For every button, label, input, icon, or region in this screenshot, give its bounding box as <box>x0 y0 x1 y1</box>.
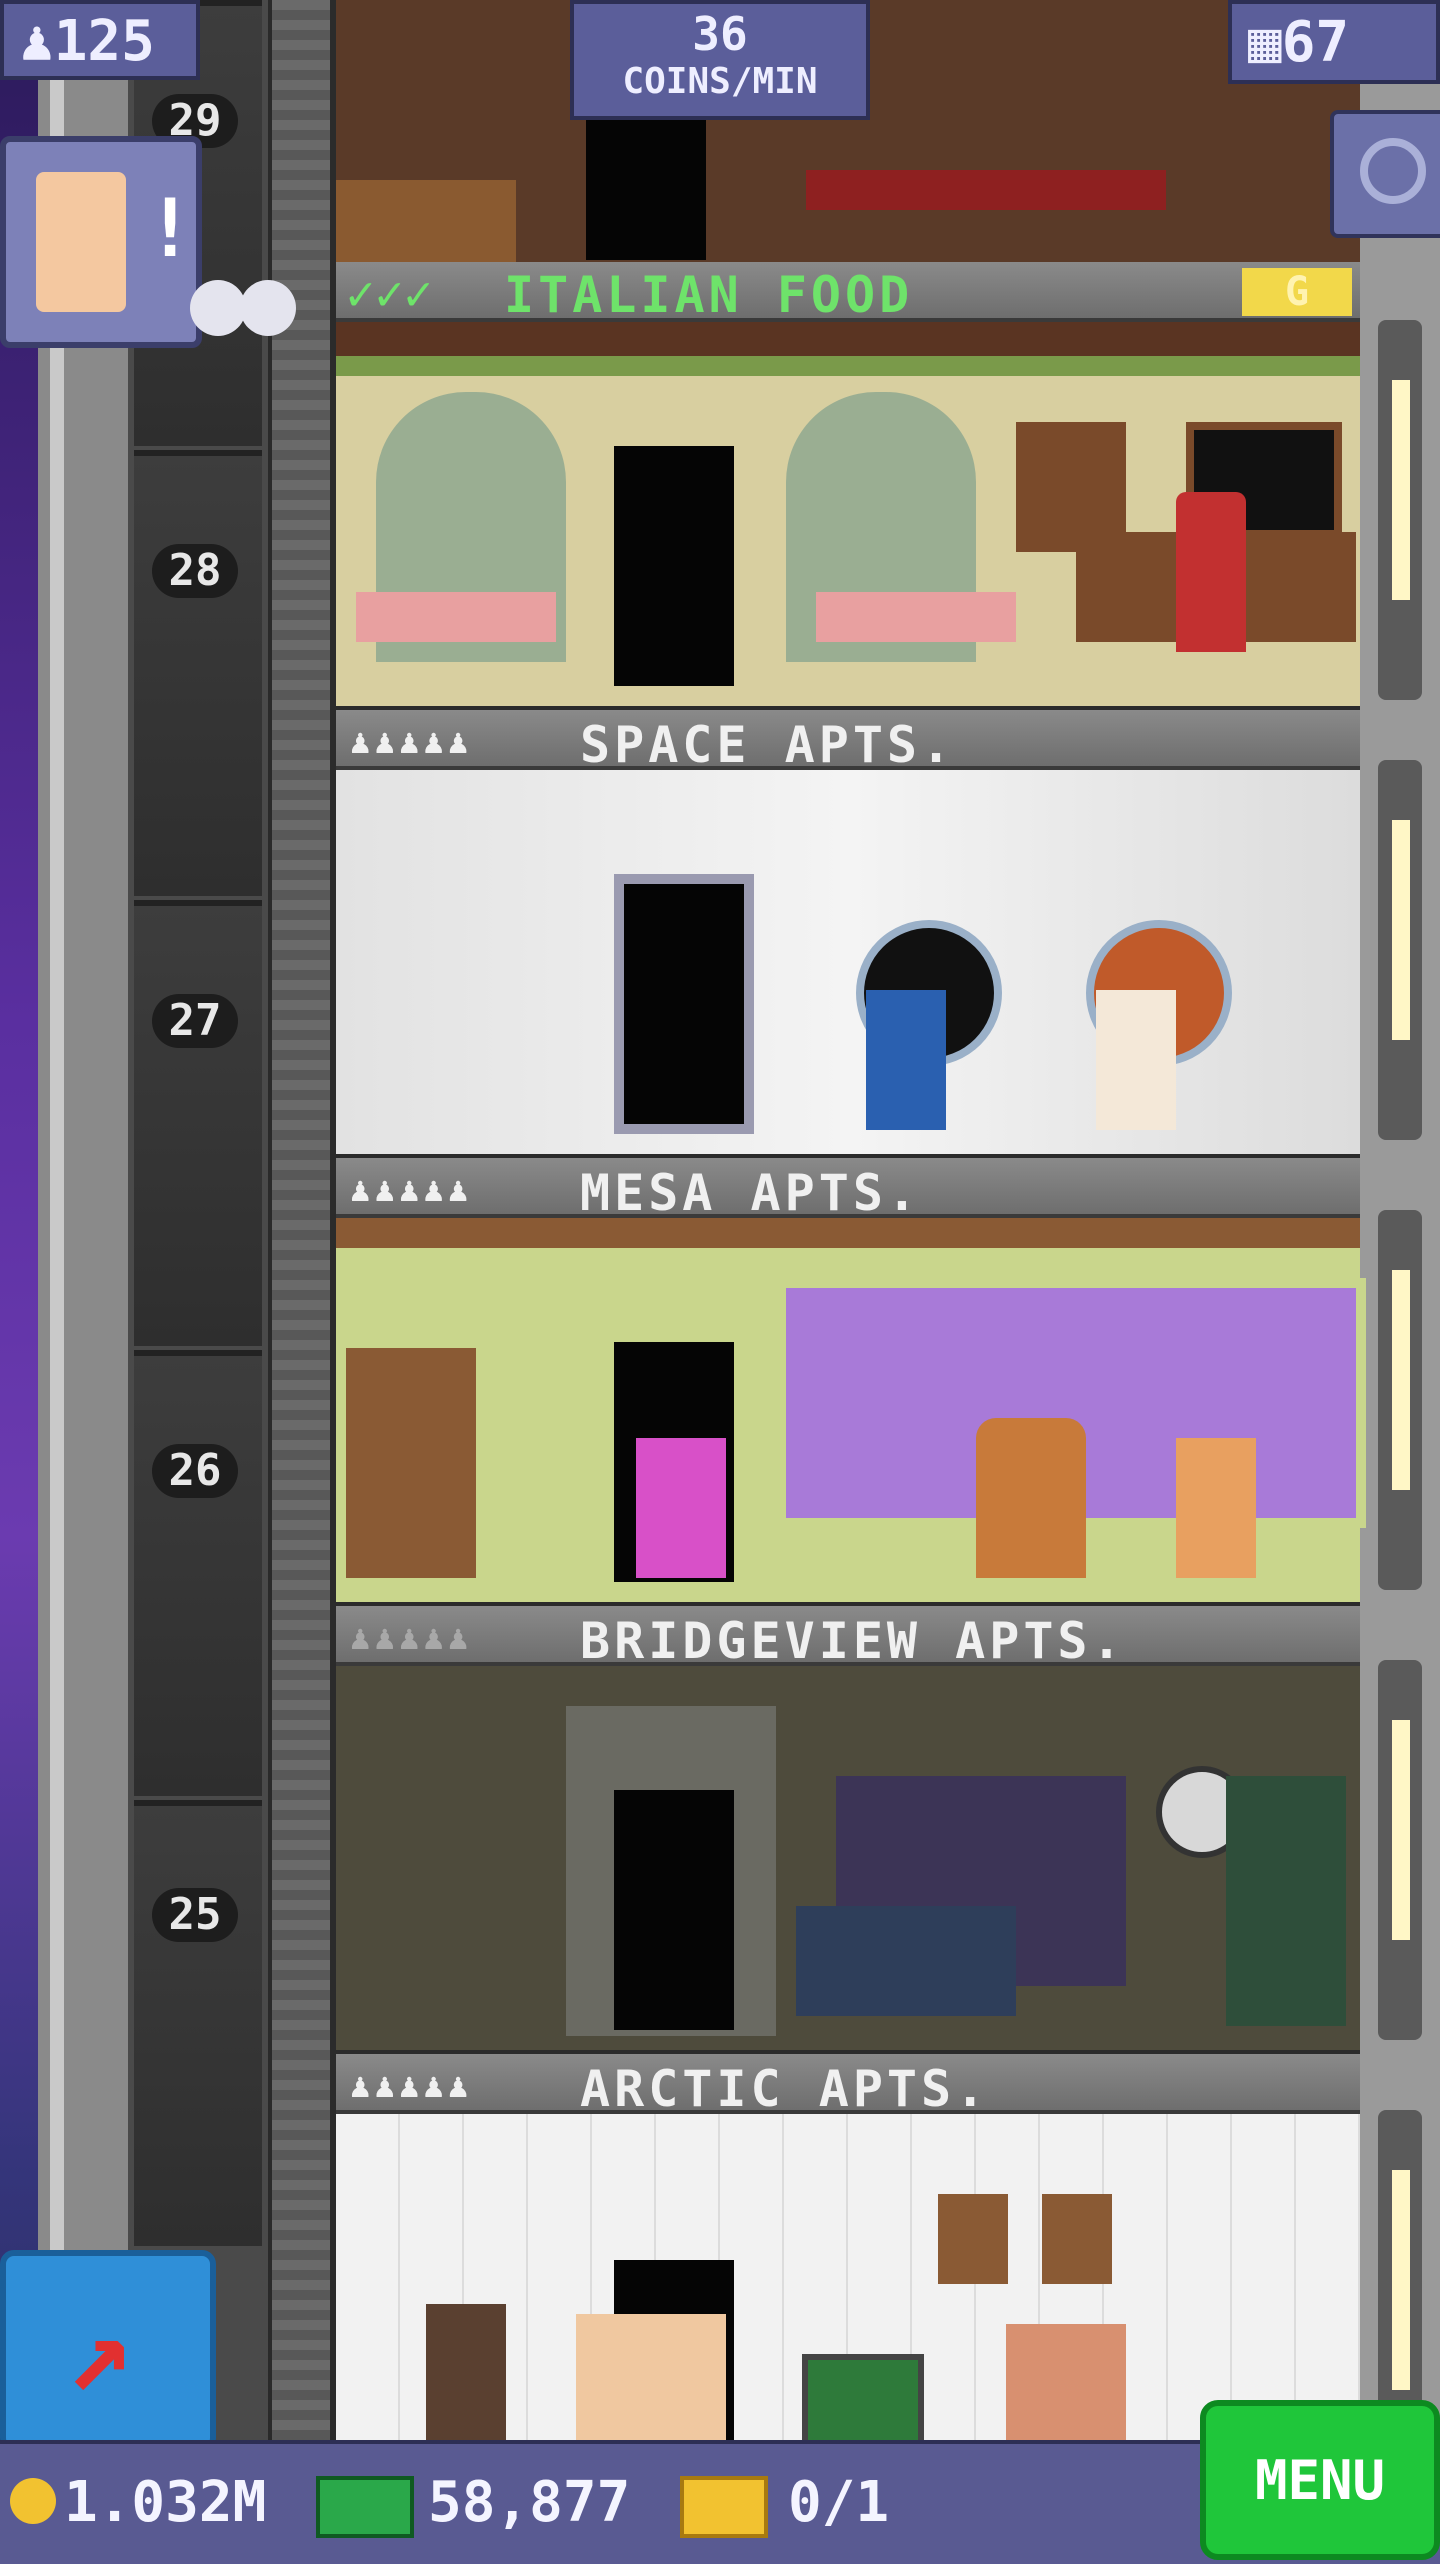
elevator-rail <box>268 0 334 2440</box>
resident-pips-icon: ♟♟♟♟♟ <box>350 722 473 762</box>
ticket-icon <box>680 2476 768 2538</box>
building-icon: ▦ <box>1248 10 1282 75</box>
visitor-bitizen[interactable] <box>1006 2324 1126 2440</box>
menu-button[interactable]: MENU <box>1200 2400 1440 2560</box>
wall-picture <box>938 2194 1008 2284</box>
wall-picture <box>1042 2194 1112 2284</box>
visitor-alert-button[interactable]: ! <box>0 136 202 348</box>
floor-name: MESA APTS. <box>580 1164 922 1222</box>
bookshelf <box>346 1348 476 1578</box>
coins-per-min-panel: 36 COINS/MIN <box>570 0 870 120</box>
side-window <box>1378 1660 1422 2040</box>
sofa <box>796 1906 1016 2016</box>
floor-name: ITALIAN FOOD <box>504 266 914 324</box>
tower-left-rail <box>38 0 128 2440</box>
gold-badge[interactable]: G <box>1242 268 1352 316</box>
tv-screen <box>802 2354 924 2446</box>
space-room <box>336 770 1360 1154</box>
chef-bitizen[interactable] <box>1176 492 1246 652</box>
side-window <box>1378 320 1422 700</box>
counter <box>806 170 1166 210</box>
visitor-bitizen[interactable] <box>426 2304 506 2440</box>
population-icon: ♟ <box>20 9 54 74</box>
coins-per-min-value: 36 <box>692 7 748 61</box>
up-arrow-icon: ↗ <box>66 2287 133 2415</box>
grape-vine <box>336 356 1360 376</box>
shaft-segment <box>134 450 262 896</box>
shaft-segment <box>134 1800 262 2246</box>
floor-number-27: 27 <box>152 994 238 1048</box>
star-icon <box>190 280 246 336</box>
bux-icon <box>316 2476 414 2538</box>
find-bitizen-button[interactable] <box>1330 110 1440 238</box>
floor-door <box>614 446 734 686</box>
floor-number-26: 26 <box>152 1444 238 1498</box>
shaft-segment <box>134 900 262 1346</box>
table <box>356 592 556 642</box>
bitizen-avatar-icon <box>36 172 126 312</box>
resident-pips-icon: ♟♟♟♟♟ <box>350 1618 473 1658</box>
captain-bitizen[interactable] <box>866 990 946 1130</box>
magnifier-icon <box>1360 138 1426 204</box>
fridge <box>1226 1776 1346 2026</box>
resident-bitizen[interactable] <box>636 1438 726 1578</box>
floor-number-25: 25 <box>152 1888 238 1942</box>
resident-pips-icon: ♟♟♟♟♟ <box>350 2066 473 2106</box>
elevator-shaft[interactable]: 29 28 27 26 25 <box>128 0 268 2440</box>
visitor-bitizen[interactable] <box>576 2314 726 2440</box>
stock-checks-icon: ✓✓✓ <box>346 266 433 322</box>
floor-30-door <box>586 120 706 260</box>
floor-door <box>614 1790 734 2030</box>
shelf <box>336 180 516 262</box>
resident-bitizen[interactable] <box>1176 1438 1256 1578</box>
floor-name: BRIDGEVIEW APTS. <box>580 1612 1126 1670</box>
side-window <box>1378 760 1422 1140</box>
alert-exclamation-icon: ! <box>146 182 195 275</box>
table <box>816 592 1016 642</box>
bridgeview-room <box>336 1666 1360 2050</box>
population-counter[interactable]: ♟125 <box>0 0 200 80</box>
floor-number-28: 28 <box>152 544 238 598</box>
beam <box>336 1218 1360 1248</box>
floor-bridgeview-apts[interactable]: ♟♟♟♟♟ BRIDGEVIEW APTS. <box>336 1606 1360 2054</box>
bux-value: 58,877 <box>428 2470 631 2535</box>
elevator-button[interactable]: ↗ <box>0 2250 216 2452</box>
coin-icon <box>10 2478 56 2524</box>
tickets-value: 0/1 <box>788 2470 890 2535</box>
coins-per-min-label: COINS/MIN <box>622 61 818 102</box>
floor-name: ARCTIC APTS. <box>580 2060 990 2118</box>
floor-italian-food[interactable]: ✓✓✓ ITALIAN FOOD G <box>336 262 1360 710</box>
shaft-segment <box>134 1350 262 1796</box>
armchair <box>976 1418 1086 1578</box>
resident-pips-icon: ♟♟♟♟♟ <box>350 1170 473 1210</box>
floor-door <box>614 874 754 1134</box>
floor-mesa-apts[interactable]: ♟♟♟♟♟ MESA APTS. <box>336 1158 1366 1606</box>
floor-name: SPACE APTS. <box>580 716 956 774</box>
floor-space-apts[interactable]: ♟♟♟♟♟ SPACE APTS. <box>336 710 1360 1158</box>
karate-bitizen[interactable] <box>1096 990 1176 1130</box>
floor-count-value: 67 <box>1281 10 1350 75</box>
side-window <box>1378 1210 1422 1590</box>
italian-room <box>336 322 1360 706</box>
arctic-room <box>336 2114 1360 2446</box>
coins-value: 1.032M <box>64 2470 267 2535</box>
mesa-room <box>336 1218 1366 1602</box>
population-value: 125 <box>53 9 155 74</box>
awning <box>336 322 1360 356</box>
star-icon <box>240 280 296 336</box>
floor-arctic-apts[interactable]: ♟♟♟♟♟ ARCTIC APTS. <box>336 2054 1360 2446</box>
floor-count-counter[interactable]: ▦67 <box>1228 0 1440 84</box>
